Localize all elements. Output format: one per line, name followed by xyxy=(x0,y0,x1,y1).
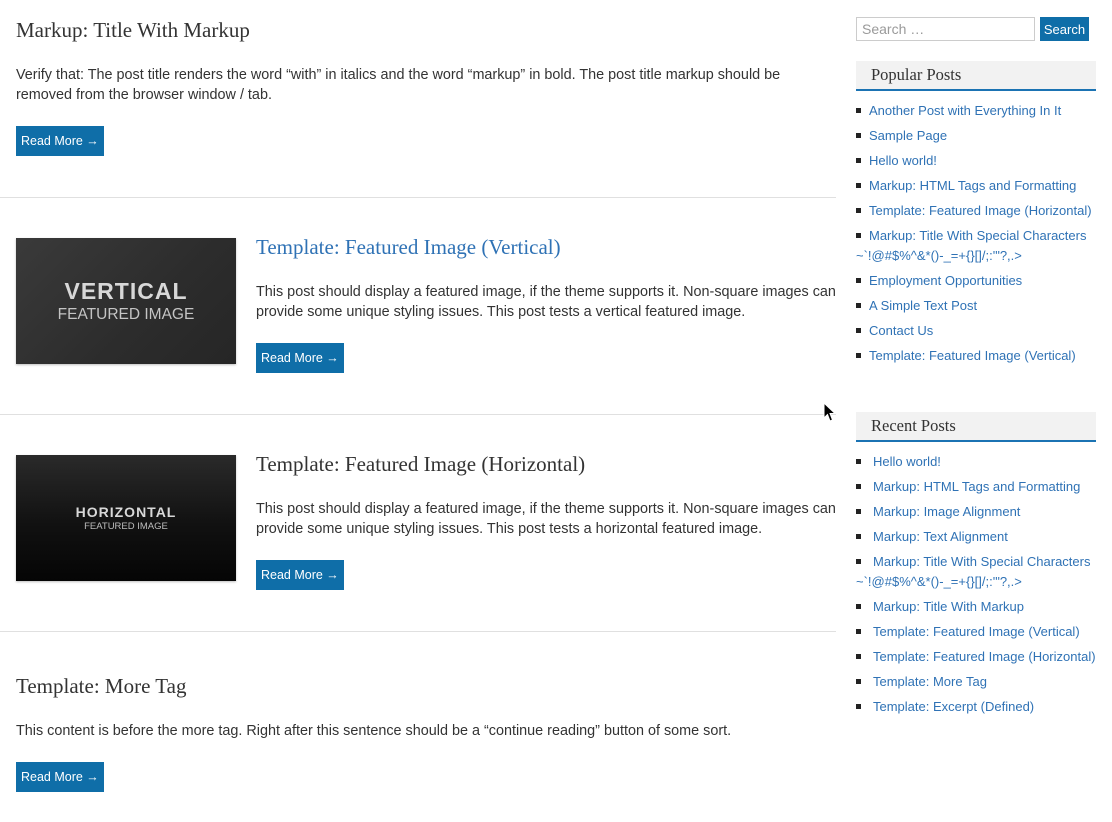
bullet-square-icon xyxy=(856,233,861,238)
sidebar: Search Popular Posts Another Post with E… xyxy=(856,0,1096,822)
recent-posts-list: Hello world! Markup: HTML Tags and Format… xyxy=(856,452,1101,722)
widget-list-item: Contact Us xyxy=(856,321,1101,341)
search-button[interactable]: Search xyxy=(1040,17,1089,41)
posts-main: Markup: Title With Markup Verify that: T… xyxy=(0,0,836,822)
featured-image-thumbnail[interactable]: HORIZONTAL FEATURED IMAGE xyxy=(16,455,236,581)
post-excerpt: This post should display a featured imag… xyxy=(256,501,836,537)
post-more-tag: Template: More Tag This content is befor… xyxy=(0,632,836,822)
bullet-square-icon xyxy=(856,353,861,358)
post-excerpt: This post should display a featured imag… xyxy=(256,284,836,320)
mouse-pointer-icon xyxy=(823,402,837,422)
post-link[interactable]: Hello world! xyxy=(869,153,937,168)
search-input[interactable] xyxy=(856,17,1035,41)
bullet-square-icon xyxy=(856,133,861,138)
post-link[interactable]: Markup: Text Alignment xyxy=(873,529,1008,544)
post-excerpt: Verify that: The post title renders the … xyxy=(16,67,781,103)
post-link[interactable]: Template: Featured Image (Vertical) xyxy=(873,624,1080,639)
bullet-square-icon xyxy=(856,459,861,464)
widget-list-item: Markup: Title With Special Characters ~`… xyxy=(856,552,1101,592)
bullet-square-icon xyxy=(856,629,861,634)
bullet-square-icon xyxy=(856,654,861,659)
thumbnail-heading: HORIZONTAL xyxy=(75,503,177,520)
post-title[interactable]: Template: Featured Image (Vertical) xyxy=(256,234,561,260)
post-link[interactable]: Contact Us xyxy=(869,323,933,338)
bullet-square-icon xyxy=(856,208,861,213)
widget-list-item: A Simple Text Post xyxy=(856,296,1101,316)
widget-list-item: Hello world! xyxy=(856,151,1101,171)
post-featured-horizontal: HORIZONTAL FEATURED IMAGE Template: Feat… xyxy=(0,415,836,631)
post-link[interactable]: Markup: Title With Special Characters ~`… xyxy=(856,228,1086,263)
read-more-button[interactable]: Read More → xyxy=(16,126,104,156)
widget-list-item: Markup: Title With Markup xyxy=(856,597,1101,617)
widget-list-item: Markup: Text Alignment xyxy=(856,527,1101,547)
thumbnail-heading: VERTICAL xyxy=(64,277,188,304)
post-link[interactable]: Template: Excerpt (Defined) xyxy=(873,699,1034,714)
read-more-button[interactable]: Read More → xyxy=(16,762,104,792)
popular-posts-list: Another Post with Everything In It Sample… xyxy=(856,101,1101,371)
post-link[interactable]: Template: Featured Image (Horizontal) xyxy=(873,649,1096,664)
bullet-square-icon xyxy=(856,604,861,609)
widget-list-item: Template: Featured Image (Vertical) xyxy=(856,622,1101,642)
post-link[interactable]: Markup: Image Alignment xyxy=(873,504,1020,519)
read-more-button[interactable]: Read More → xyxy=(256,343,344,373)
bullet-square-icon xyxy=(856,278,861,283)
thumbnail-subheading: FEATURED IMAGE xyxy=(57,305,195,323)
widget-list-item: Markup: HTML Tags and Formatting xyxy=(856,176,1101,196)
post-link[interactable]: Markup: HTML Tags and Formatting xyxy=(873,479,1080,494)
post-link[interactable]: Template: Featured Image (Horizontal) xyxy=(869,203,1092,218)
thumbnail-subheading: FEATURED IMAGE xyxy=(84,520,168,532)
post-link[interactable]: Markup: Title With Special Characters ~`… xyxy=(856,554,1090,589)
bullet-square-icon xyxy=(856,183,861,188)
widget-list-item: Hello world! xyxy=(856,452,1101,472)
bullet-square-icon xyxy=(856,108,861,113)
bullet-square-icon xyxy=(856,509,861,514)
bullet-square-icon xyxy=(856,559,861,564)
bullet-square-icon xyxy=(856,484,861,489)
widget-list-item: Markup: HTML Tags and Formatting xyxy=(856,477,1101,497)
read-more-button[interactable]: Read More → xyxy=(256,560,344,590)
post-link[interactable]: Another Post with Everything In It xyxy=(869,103,1061,118)
widget-list-item: Template: More Tag xyxy=(856,672,1101,692)
recent-posts-title: Recent Posts xyxy=(856,412,1096,442)
widget-list-item: Template: Featured Image (Horizontal) xyxy=(856,201,1101,221)
bullet-square-icon xyxy=(856,534,861,539)
popular-posts-title: Popular Posts xyxy=(856,61,1096,91)
post-link[interactable]: Markup: HTML Tags and Formatting xyxy=(869,178,1076,193)
bullet-square-icon xyxy=(856,328,861,333)
widget-list-item: Template: Featured Image (Vertical) xyxy=(856,346,1101,366)
post-link[interactable]: Sample Page xyxy=(869,128,947,143)
featured-image-thumbnail[interactable]: VERTICAL FEATURED IMAGE xyxy=(16,238,236,364)
post-title[interactable]: Template: More Tag xyxy=(16,673,186,699)
widget-list-item: Another Post with Everything In It xyxy=(856,101,1101,121)
widget-list-item: Markup: Image Alignment xyxy=(856,502,1101,522)
bullet-square-icon xyxy=(856,158,861,163)
post-link[interactable]: Template: Featured Image (Vertical) xyxy=(869,348,1076,363)
widget-list-item: Markup: Title With Special Characters ~`… xyxy=(856,226,1101,266)
post-excerpt: This content is before the more tag. Rig… xyxy=(16,723,732,739)
post-link[interactable]: Hello world! xyxy=(873,454,941,469)
widget-list-item: Sample Page xyxy=(856,126,1101,146)
post-title[interactable]: Template: Featured Image (Horizontal) xyxy=(256,451,585,477)
widget-list-item: Template: Featured Image (Horizontal) xyxy=(856,647,1101,667)
bullet-square-icon xyxy=(856,303,861,308)
widget-list-item: Template: Excerpt (Defined) xyxy=(856,697,1101,717)
post-link[interactable]: A Simple Text Post xyxy=(869,298,977,313)
bullet-square-icon xyxy=(856,704,861,709)
post-featured-vertical: VERTICAL FEATURED IMAGE Template: Featur… xyxy=(0,198,836,414)
bullet-square-icon xyxy=(856,679,861,684)
post-link[interactable]: Template: More Tag xyxy=(873,674,987,689)
widget-list-item: Employment Opportunities xyxy=(856,271,1101,291)
post-markup-title: Markup: Title With Markup Verify that: T… xyxy=(0,0,836,197)
post-link[interactable]: Markup: Title With Markup xyxy=(873,599,1024,614)
post-title[interactable]: Markup: Title With Markup xyxy=(16,17,250,43)
post-link[interactable]: Employment Opportunities xyxy=(869,273,1022,288)
